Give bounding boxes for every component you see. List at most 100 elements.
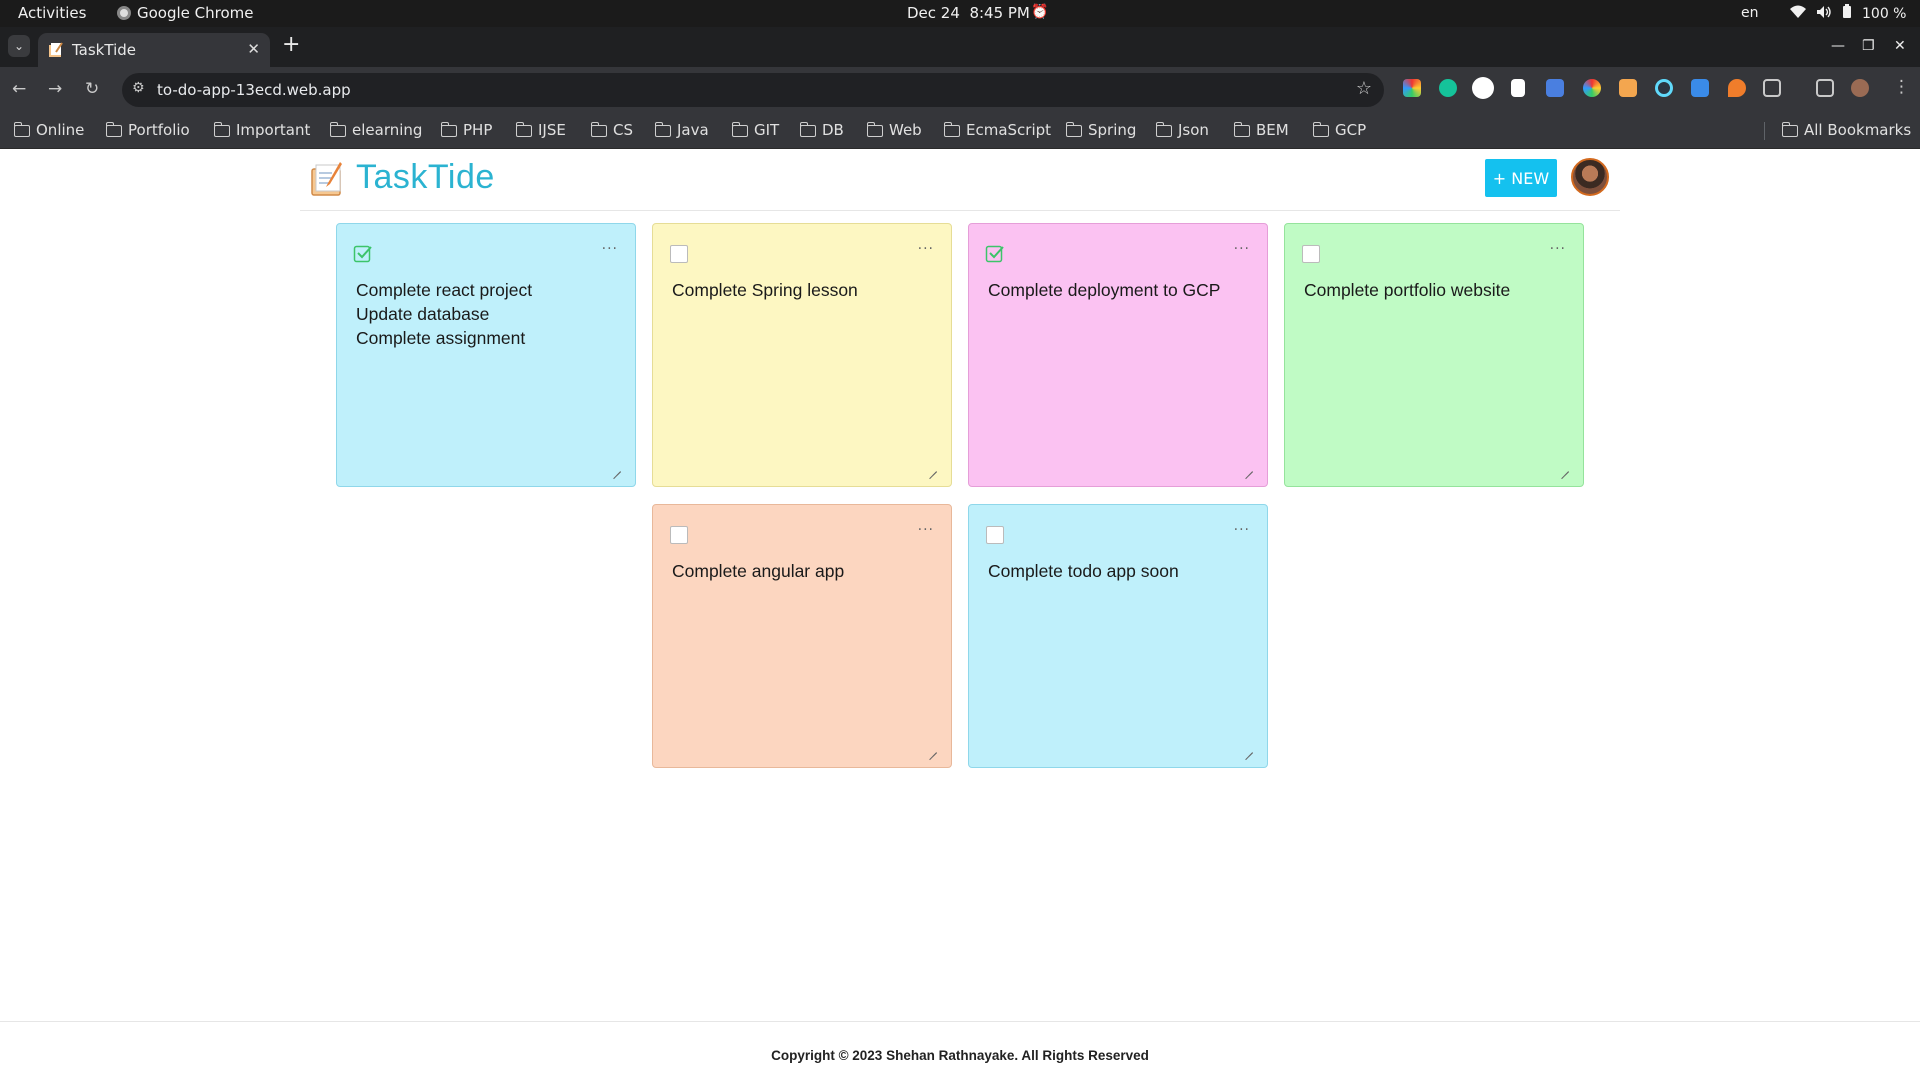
bookmark-folder[interactable]: PHP <box>440 121 492 139</box>
react-devtools-icon[interactable] <box>1655 79 1673 97</box>
note-checkbox[interactable] <box>1302 245 1320 263</box>
extensions-puzzle-icon[interactable] <box>1763 79 1781 97</box>
note-text[interactable]: Complete react project Update database C… <box>356 278 616 350</box>
bookmark-label: elearning <box>352 121 423 139</box>
language-indicator[interactable]: en <box>1741 5 1759 21</box>
note-checkbox[interactable] <box>670 526 688 544</box>
folder-icon <box>590 122 607 137</box>
note-text[interactable]: Complete portfolio website <box>1304 278 1564 302</box>
folder-icon <box>213 122 230 137</box>
browser-toolbar: ← → ↻ ⚙ to-do-app-13ecd.web.app ☆ ⋮ <box>0 67 1920 113</box>
bookmark-folder[interactable]: elearning <box>329 121 423 139</box>
bookmarks-divider <box>1764 122 1765 140</box>
bookmark-folder[interactable]: Online <box>13 121 84 139</box>
wifi-icon <box>1790 5 1806 23</box>
checked-checkbox-icon[interactable] <box>985 244 1005 268</box>
notion-icon[interactable] <box>1511 79 1525 97</box>
reload-icon[interactable]: ↻ <box>85 79 99 99</box>
address-bar[interactable]: ⚙ to-do-app-13ecd.web.app ☆ <box>122 73 1384 107</box>
tab-close-icon[interactable]: ✕ <box>247 40 260 58</box>
all-bookmarks-label: All Bookmarks <box>1804 121 1912 139</box>
note-card[interactable]: ··· Complete react project Update databa… <box>336 223 636 487</box>
bookmark-folder[interactable]: Java <box>654 121 709 139</box>
note-card[interactable]: ··· Complete deployment to GCP <box>968 223 1268 487</box>
folder-icon <box>799 122 816 137</box>
resize-handle-icon[interactable] <box>1561 464 1569 472</box>
profile-extension-icon[interactable] <box>1472 77 1494 99</box>
note-menu-icon[interactable]: ··· <box>1550 241 1566 257</box>
app-title: TaskTide <box>356 158 495 196</box>
note-card[interactable]: ··· Complete portfolio website <box>1284 223 1584 487</box>
note-menu-icon[interactable]: ··· <box>1234 241 1250 257</box>
resize-handle-icon[interactable] <box>929 745 937 753</box>
firebase-icon[interactable] <box>1728 79 1746 97</box>
bookmark-folder[interactable]: Important <box>213 121 311 139</box>
bookmark-folder[interactable]: GIT <box>731 121 780 139</box>
bookmark-folder[interactable]: DB <box>799 121 844 139</box>
note-card[interactable]: ··· Complete Spring lesson <box>652 223 952 487</box>
chrome-extension-icon[interactable] <box>1583 79 1601 97</box>
tab-search-button[interactable]: ⌄ <box>8 35 30 57</box>
tab-tasktide[interactable]: TaskTide ✕ <box>38 33 270 67</box>
note-card[interactable]: ··· Complete angular app <box>652 504 952 768</box>
resize-handle-icon[interactable] <box>1245 464 1253 472</box>
download-icon[interactable] <box>1691 79 1709 97</box>
resize-handle-icon[interactable] <box>929 464 937 472</box>
bookmark-folder[interactable]: CS <box>590 121 633 139</box>
bookmark-folder[interactable]: BEM <box>1233 121 1289 139</box>
new-note-button[interactable]: + NEW <box>1485 159 1557 197</box>
note-text[interactable]: Complete angular app <box>672 559 932 583</box>
orange-extension-icon[interactable] <box>1619 79 1637 97</box>
note-checkbox[interactable] <box>670 245 688 263</box>
color-extension-icon[interactable] <box>1403 79 1421 97</box>
grammarly-icon[interactable] <box>1439 79 1457 97</box>
bookmark-label: CS <box>613 121 633 139</box>
checked-checkbox-icon[interactable] <box>353 244 373 268</box>
translate-icon[interactable] <box>1546 79 1564 97</box>
restore-icon[interactable]: ❐ <box>1862 38 1875 54</box>
activities-button[interactable]: Activities <box>18 4 86 22</box>
notebook-icon <box>48 42 64 58</box>
note-text[interactable]: Complete Spring lesson <box>672 278 932 302</box>
note-menu-icon[interactable]: ··· <box>918 522 934 538</box>
url-text[interactable]: to-do-app-13ecd.web.app <box>157 81 351 99</box>
bookmark-folder[interactable]: Web <box>866 121 922 139</box>
avatar[interactable] <box>1571 158 1609 196</box>
system-status[interactable]: 100 % <box>1790 4 1906 23</box>
site-info-icon[interactable]: ⚙ <box>132 80 145 96</box>
bookmark-folder[interactable]: Json <box>1155 121 1209 139</box>
note-text[interactable]: Complete deployment to GCP <box>988 278 1248 302</box>
app-menu[interactable]: Google Chrome <box>117 4 254 22</box>
close-window-icon[interactable]: ✕ <box>1894 38 1906 54</box>
note-menu-icon[interactable]: ··· <box>918 241 934 257</box>
bookmark-folder[interactable]: GCP <box>1312 121 1366 139</box>
bookmark-folder[interactable]: EcmaScript <box>943 121 1051 139</box>
bookmark-folder[interactable]: Spring <box>1065 121 1136 139</box>
note-menu-icon[interactable]: ··· <box>1234 522 1250 538</box>
chrome-menu-icon[interactable]: ⋮ <box>1893 77 1910 97</box>
clock[interactable]: Dec 24 8:45 PM <box>907 4 1030 22</box>
resize-handle-icon[interactable] <box>613 464 621 472</box>
side-panel-icon[interactable] <box>1816 79 1834 97</box>
all-bookmarks-button[interactable]: All Bookmarks <box>1781 121 1912 139</box>
back-icon[interactable]: ← <box>12 79 26 99</box>
note-menu-icon[interactable]: ··· <box>602 241 618 257</box>
resize-handle-icon[interactable] <box>1245 745 1253 753</box>
bookmark-label: DB <box>822 121 844 139</box>
battery-icon <box>1842 4 1852 23</box>
note-checkbox[interactable] <box>986 526 1004 544</box>
bookmark-folder[interactable]: Portfolio <box>105 121 190 139</box>
bookmark-star-icon[interactable]: ☆ <box>1356 78 1372 99</box>
date: Dec 24 <box>907 4 960 22</box>
bookmark-label: Important <box>236 121 311 139</box>
new-tab-button[interactable]: + <box>282 34 300 56</box>
bookmark-label: GIT <box>754 121 780 139</box>
note-card[interactable]: ··· Complete todo app soon <box>968 504 1268 768</box>
note-text[interactable]: Complete todo app soon <box>988 559 1248 583</box>
profile-avatar-icon[interactable] <box>1851 79 1869 97</box>
bookmark-label: IJSE <box>538 121 566 139</box>
forward-icon[interactable]: → <box>48 79 62 99</box>
minimize-icon[interactable]: — <box>1831 38 1845 54</box>
brand[interactable]: TaskTide <box>310 158 495 197</box>
bookmark-folder[interactable]: IJSE <box>515 121 566 139</box>
